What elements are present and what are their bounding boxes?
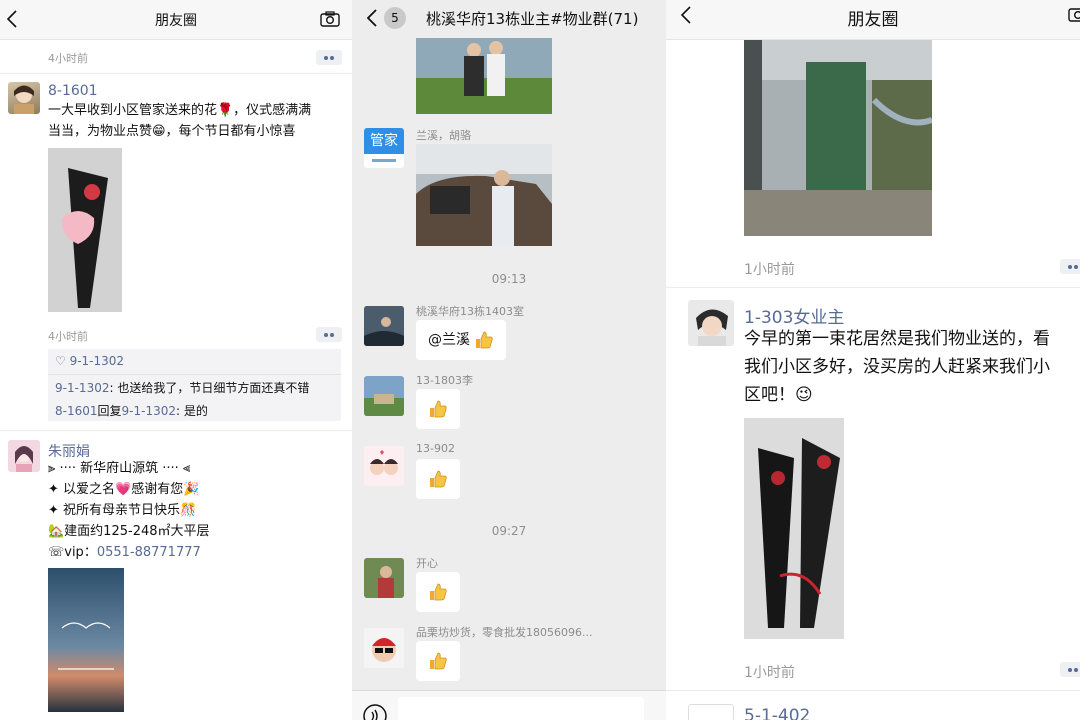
avatar[interactable] xyxy=(364,446,404,486)
avatar[interactable] xyxy=(8,440,40,472)
post-time: 4小时前 xyxy=(48,330,88,343)
poster-photo[interactable] xyxy=(48,568,124,712)
voice-icon[interactable] xyxy=(362,703,388,720)
post-time: 1小时前 xyxy=(744,262,795,278)
message-text: @兰溪 xyxy=(428,332,470,348)
page-title: 朋友圈 xyxy=(847,10,899,30)
divider xyxy=(48,374,341,375)
message-input[interactable] xyxy=(398,697,644,720)
comment-text: : 也送给我了，节日细节方面还真不错 xyxy=(109,381,310,395)
message-bubble[interactable] xyxy=(416,389,460,429)
reply-target[interactable]: 9-1-1302 xyxy=(122,404,176,418)
post-text: 一大早收到小区管家送来的花🌹，仪式感满满 当当，为物业点赞😁，每个节日都有小惊喜 xyxy=(48,100,348,142)
message-bubble[interactable] xyxy=(416,572,460,612)
post-text-line: ✦ 祝所有母亲节日快乐🎊 xyxy=(48,503,197,518)
navbar: 朋友圈 xyxy=(666,0,1080,40)
message-bubble[interactable] xyxy=(416,641,460,681)
avatar[interactable] xyxy=(364,558,404,598)
sender-name: 13-902 xyxy=(416,442,455,455)
avatar[interactable] xyxy=(688,704,734,720)
thumbs-up-icon xyxy=(476,331,494,349)
post-text-line: 🏡建面约125-248㎡大平层 xyxy=(48,524,210,539)
comments-box: ♡ 9-1-1302 9-1-1302: 也送给我了，节日细节方面还真不错 8-… xyxy=(48,349,341,421)
thumbs-up-icon xyxy=(430,652,447,670)
divider xyxy=(666,287,1080,288)
avatar-guanjia[interactable]: 管家 xyxy=(364,128,404,168)
phone-label: ☏vip： xyxy=(48,545,97,560)
reply-word: 回复 xyxy=(97,404,122,418)
post-text-line: 当当，为物业点赞😁，每个节日都有小惊喜 xyxy=(48,124,296,139)
thumbs-up-icon xyxy=(430,400,447,418)
camera-icon[interactable] xyxy=(320,11,340,27)
divider xyxy=(666,690,1080,691)
chat-input-bar xyxy=(352,690,666,720)
post-text-line: ⫸ ···· 新华府山源筑 ···· ⫷ xyxy=(48,461,191,476)
post-text-line: ☏vip：0551-88771777 xyxy=(48,542,348,563)
post-text-line: 一大早收到小区管家送来的花🌹，仪式感满满 xyxy=(48,103,312,118)
avatar[interactable] xyxy=(688,300,734,346)
avatar[interactable] xyxy=(364,628,404,668)
comment-author[interactable]: 8-1601 xyxy=(55,404,98,418)
construction-photo[interactable] xyxy=(744,40,932,236)
more-dots-button[interactable] xyxy=(316,327,342,342)
sender-name: 品栗坊炒货，零食批发18056096... xyxy=(416,626,593,639)
sender-name: 13-1803李 xyxy=(416,374,473,387)
chat-title: 桃溪华府13栋业主#物业群(71) xyxy=(426,10,639,28)
post-author[interactable]: 5-1-402 xyxy=(744,706,810,720)
moments-panel-left: 朋友圈 4小时前 8-1601 一大早收到小区管家送来的花🌹，仪式感满满 当当，… xyxy=(0,0,352,720)
rose-photo[interactable] xyxy=(48,148,122,312)
thumbs-up-icon xyxy=(430,583,447,601)
avatar-guanjia-label: 管家 xyxy=(364,128,404,154)
logo-bar xyxy=(372,159,396,162)
phone-link[interactable]: 0551-88771777 xyxy=(97,545,201,560)
more-dots-button[interactable] xyxy=(1060,662,1080,677)
post-author[interactable]: 8-1601 xyxy=(48,83,98,99)
post-text: 今早的第一束花居然是我们物业送的，看 我们小区多好，没买房的人赶紧来我们小 区吧… xyxy=(744,325,1080,409)
message-bubble[interactable] xyxy=(416,459,460,499)
more-dots-button[interactable] xyxy=(316,50,342,65)
post-text-line: 我们小区多好，没买房的人赶紧来我们小 xyxy=(744,357,1050,377)
comment-author[interactable]: 9-1-1302 xyxy=(55,381,109,395)
divider xyxy=(0,73,352,74)
comment[interactable]: 8-1601回复9-1-1302: 是的 xyxy=(55,402,208,419)
post-time: 4小时前 xyxy=(48,52,88,65)
moments-panel-right: 朋友圈 1小时前 1-303女业主 今早的第一束花居然是我们物业送的，看 我们小… xyxy=(666,0,1080,720)
like-list[interactable]: ♡ 9-1-1302 xyxy=(55,354,124,368)
post-time: 1小时前 xyxy=(744,665,795,681)
avatar[interactable] xyxy=(8,82,40,114)
camera-icon[interactable] xyxy=(1068,6,1080,22)
post-text-line: 区吧！😉 xyxy=(744,385,813,405)
page-title: 朋友圈 xyxy=(155,13,197,29)
divider xyxy=(0,430,352,431)
chat-navbar: 5 桃溪华府13栋业主#物业群(71) xyxy=(352,0,666,36)
unread-badge[interactable]: 5 xyxy=(384,7,406,29)
sender-name: 兰溪，胡骆 xyxy=(416,129,471,142)
sender-name: 开心 xyxy=(416,557,438,570)
more-dots-button[interactable] xyxy=(1060,259,1080,274)
navbar: 朋友圈 xyxy=(0,0,352,40)
avatar[interactable] xyxy=(364,376,404,416)
thumbs-up-icon xyxy=(430,470,447,488)
back-chevron-icon[interactable] xyxy=(364,7,382,29)
post-text: ⫸ ···· 新华府山源筑 ···· ⫷ ✦ 以爱之名💗感谢有您🎉 ✦ 祝所有母… xyxy=(48,458,348,563)
post-text-line: ✦ 以爱之名💗感谢有您🎉 xyxy=(48,482,200,497)
roses-photo[interactable] xyxy=(744,418,844,639)
chat-photo[interactable] xyxy=(416,38,552,114)
chat-timestamp: 09:27 xyxy=(491,524,527,538)
comment-text: : 是的 xyxy=(176,404,208,418)
comment[interactable]: 9-1-1302: 也送给我了，节日细节方面还真不错 xyxy=(55,379,309,396)
group-chat-panel: 5 桃溪华府13栋业主#物业群(71) 管家 兰溪，胡骆 09:13 桃溪华府1… xyxy=(352,0,666,720)
chat-timestamp: 09:13 xyxy=(491,272,527,286)
sender-name: 桃溪华府13栋1403室 xyxy=(416,305,524,318)
chat-photo[interactable] xyxy=(416,144,552,246)
avatar[interactable] xyxy=(364,306,404,346)
message-bubble[interactable]: @兰溪 xyxy=(416,320,507,360)
post-text-line: 今早的第一束花居然是我们物业送的，看 xyxy=(744,329,1050,349)
